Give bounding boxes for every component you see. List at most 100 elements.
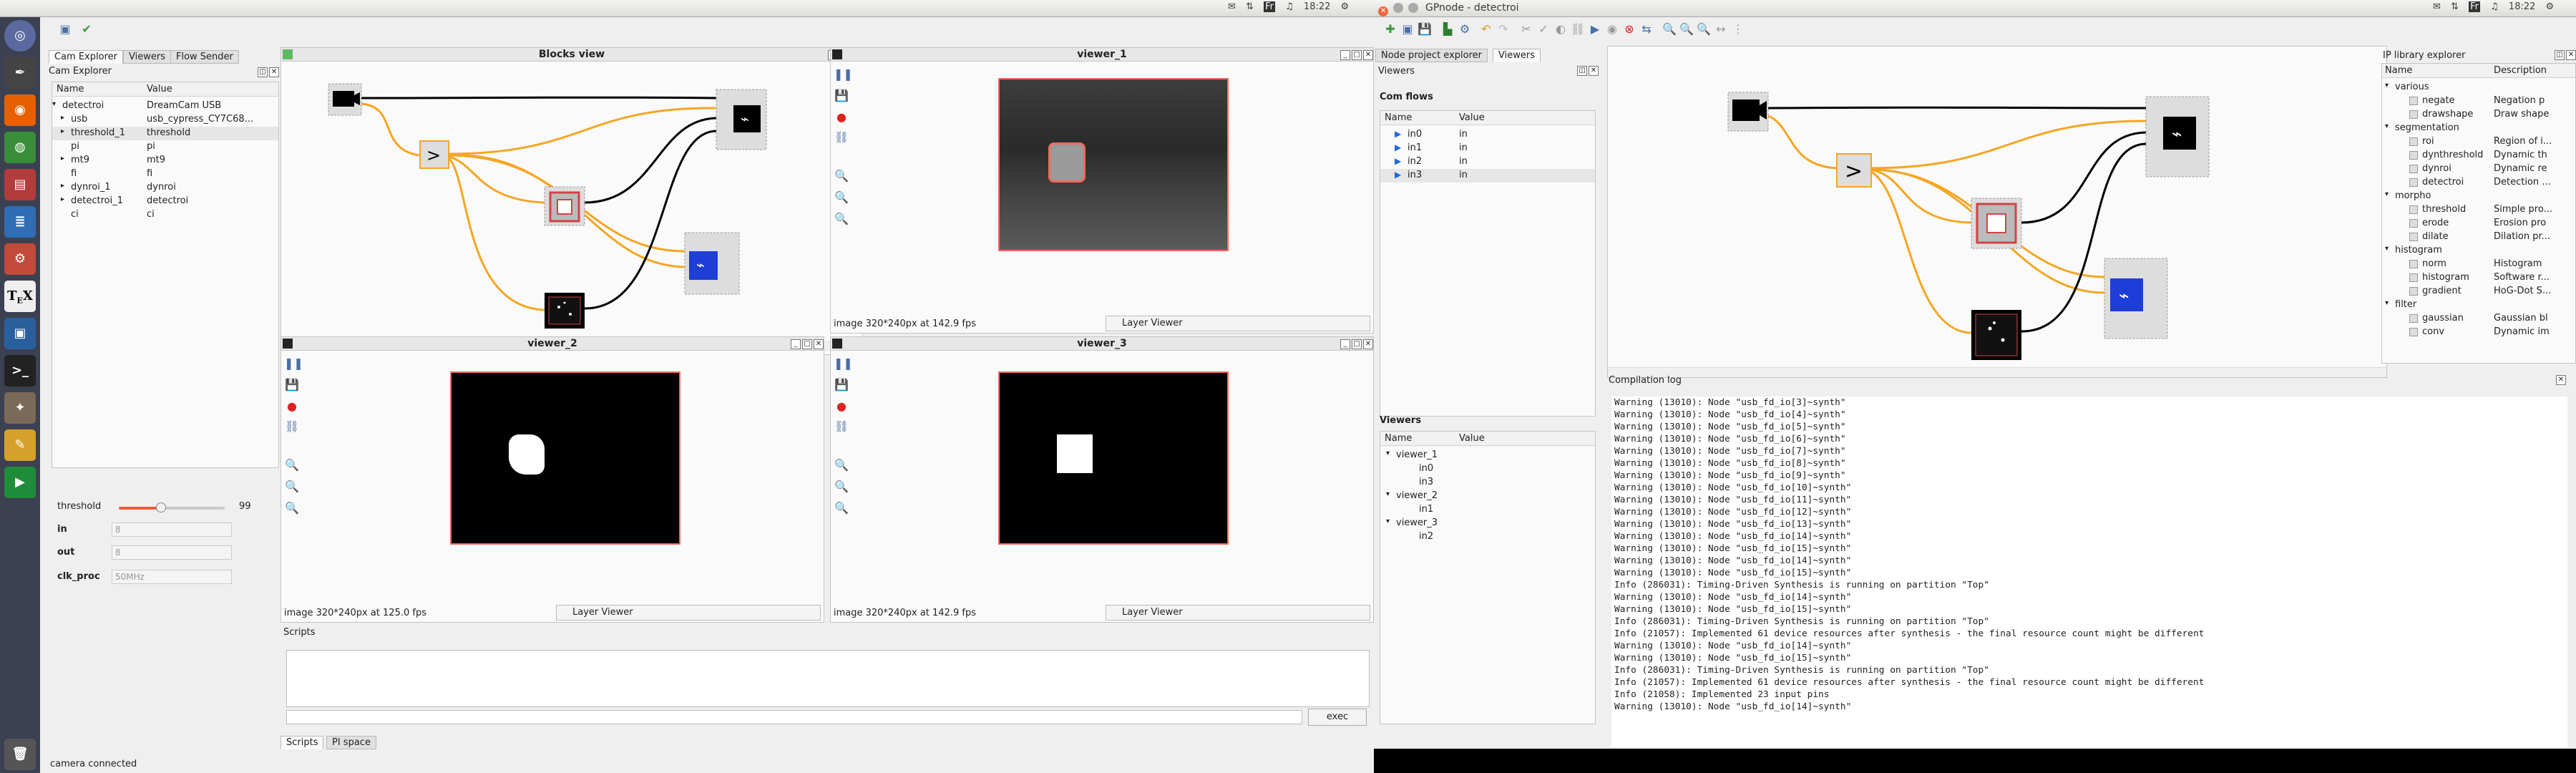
volume-icon[interactable]: ♫ (1285, 1, 1294, 12)
expand-icon[interactable]: ▸ (61, 195, 64, 203)
save-icon[interactable]: 💾 (284, 377, 300, 393)
exec-button[interactable]: exec (1308, 709, 1367, 726)
new-icon[interactable]: ✚ (1382, 21, 1398, 37)
trash-icon[interactable]: 🗑 (4, 739, 36, 770)
mail-icon[interactable]: ✉ (1228, 1, 1236, 12)
slider-handle[interactable] (156, 502, 167, 512)
tree-row[interactable]: ▸ mt9 mt9 (52, 154, 278, 167)
keyboard-indicator[interactable]: Fr (1264, 1, 1275, 12)
zoom-fit-icon[interactable]: 🔍 (284, 479, 300, 495)
ip-item-row[interactable]: dilate Dilation pr... (2382, 230, 2575, 244)
ip-item-row[interactable]: erode Erosion pro (2382, 217, 2575, 230)
ip-item-row[interactable]: norm Histogram (2382, 258, 2575, 271)
script-command-input[interactable] (286, 710, 1302, 724)
maximize-icon[interactable]: □ (1352, 339, 1362, 349)
detectroi-block[interactable] (545, 293, 585, 329)
close-icon[interactable]: ✕ (1363, 50, 1373, 60)
com-flow-row[interactable]: ▶ in1 in (1380, 142, 1595, 155)
save-icon[interactable]: 💾 (1417, 21, 1433, 37)
viewer-flow-row[interactable]: in3 (1380, 476, 1595, 490)
tree-row[interactable]: ci ci (52, 208, 278, 222)
threshold-slider[interactable] (119, 502, 225, 512)
close-icon[interactable]: ✕ (2566, 50, 2576, 60)
ip-item-row[interactable]: drawshape Draw shape (2382, 108, 2575, 122)
dash-icon[interactable]: ◎ (4, 20, 36, 52)
in-field[interactable]: 8 (112, 522, 232, 537)
zoom-out-icon[interactable]: 🔍 (834, 211, 849, 227)
zoom-in-icon[interactable]: 🔍 (1662, 21, 1677, 37)
step-icon[interactable]: ◐ (1553, 21, 1568, 37)
tab-viewers-gp[interactable]: Viewers (1493, 49, 1541, 62)
clock[interactable]: 18:22 (2509, 1, 2535, 12)
threshold-block[interactable]: > (419, 140, 449, 169)
expand-icon[interactable]: ▾ (2385, 190, 2389, 198)
inkscape-icon[interactable]: ✒ (4, 57, 36, 89)
tree-row[interactable]: ▸ detectroi_1 detectroi (52, 195, 278, 208)
expand-icon[interactable]: ▾ (1386, 449, 1390, 457)
usb-out-block[interactable]: ⌁ (716, 89, 767, 150)
zoom-fit-icon[interactable]: 🔍 (834, 479, 849, 495)
zoom-in-icon[interactable]: 🔍 (284, 457, 300, 473)
expand-icon[interactable]: ▸ (61, 155, 64, 162)
col-name[interactable]: Name (1385, 433, 1412, 444)
expand-icon[interactable]: ▸ (61, 127, 64, 135)
connect-icon[interactable]: ✔ (79, 21, 94, 37)
viewer-flow-row[interactable]: in2 (1380, 530, 1595, 544)
dynroi-block[interactable] (544, 186, 585, 226)
minimize-icon[interactable]: _ (1340, 339, 1350, 349)
col-value[interactable]: Value (1459, 112, 1485, 123)
expand-icon[interactable]: ▾ (2385, 245, 2389, 253)
usb-out-block[interactable]: ⌁ (2145, 96, 2210, 178)
close-icon[interactable]: ✕ (1363, 339, 1373, 349)
ip-item-row[interactable]: gaussian Gaussian bl (2382, 312, 2575, 326)
send-icon[interactable]: ⇆ (1639, 21, 1654, 37)
chrome-icon[interactable]: ◍ (4, 132, 36, 163)
terminal-icon[interactable]: >_ (4, 355, 36, 386)
maximize-icon[interactable] (1408, 3, 1419, 13)
compilation-log[interactable]: Warning (13010): Node "usb_fd_io[3]~synt… (1611, 397, 2567, 747)
minimize-icon[interactable]: _ (1340, 50, 1350, 60)
float-icon[interactable]: ◫ (2555, 50, 2565, 60)
tools-icon[interactable]: ✎ (4, 429, 36, 461)
zoom-out-icon[interactable]: 🔍 (284, 500, 300, 516)
stop-icon[interactable]: ⊗ (1621, 21, 1637, 37)
ip-item-row[interactable]: detectroi Detection ... (2382, 176, 2575, 190)
ip-group-row[interactable]: ▾ histogram (2382, 244, 2575, 258)
system-tray-right[interactable]: ✉ ⇅ Fr ♫ 18:22 ⚙ (2433, 1, 2576, 12)
viewer-tree-row[interactable]: ▾ viewer_3 (1380, 517, 1595, 530)
viewer-tree-row[interactable]: ▾ viewer_2 (1380, 490, 1595, 503)
firefox-icon[interactable]: ◉ (4, 94, 36, 126)
compile-icon[interactable]: ✓ (1536, 21, 1551, 37)
tree-row[interactable]: fi fi (52, 167, 278, 181)
com-flow-row[interactable]: ▶ in2 in (1380, 155, 1595, 169)
close-icon[interactable]: ✕ (1589, 66, 1599, 76)
chart-icon[interactable]: ▙ (1440, 21, 1455, 37)
ip-group-row[interactable]: ▾ various (2382, 81, 2575, 94)
ip-group-row[interactable]: ▾ morpho (2382, 190, 2575, 203)
pause-icon[interactable]: ❚❚ (834, 67, 853, 82)
minimize-icon[interactable] (1393, 3, 1404, 13)
expand-icon[interactable]: ▾ (2385, 82, 2389, 89)
expand-icon[interactable]: ▸ (61, 182, 64, 190)
ip-group-row[interactable]: ▾ segmentation (2382, 122, 2575, 135)
viewer-flow-row[interactable]: in0 (1380, 462, 1595, 476)
col-value[interactable]: Value (1459, 433, 1485, 444)
minimize-icon[interactable]: _ (791, 339, 801, 349)
tab-pi-space[interactable]: PI space (326, 736, 376, 749)
node-graph[interactable]: > ⌁ ⌁ (1608, 47, 2388, 369)
network-icon[interactable]: ⇅ (2451, 1, 2459, 12)
ip-group-row[interactable]: ▾ filter (2382, 298, 2575, 312)
display-icon[interactable]: ▣ (4, 318, 36, 349)
tree-row[interactable]: ▾ detectroi DreamCam USB (52, 99, 278, 113)
record-icon[interactable]: ● (834, 399, 849, 414)
link-icon[interactable]: ⛓ (834, 419, 849, 434)
keyboard-indicator[interactable]: Fr (2469, 1, 2480, 12)
link-icon[interactable]: ⛓ (284, 419, 300, 434)
com-flow-row[interactable]: ▶ in3 in (1380, 169, 1595, 183)
float-icon[interactable]: ◫ (1577, 66, 1587, 76)
clk-field[interactable]: 50MHz (112, 570, 232, 584)
zoom-fit-icon[interactable]: 🔍 (1679, 21, 1694, 37)
tex-icon[interactable]: TEX (4, 281, 36, 312)
camera-block[interactable] (1727, 92, 1769, 132)
maximize-icon[interactable]: □ (1352, 50, 1362, 60)
